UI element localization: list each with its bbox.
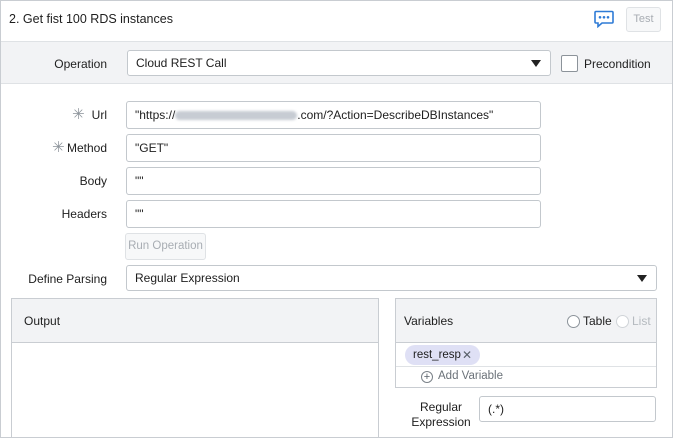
variable-chip[interactable]: rest_resp ✕ xyxy=(405,345,480,365)
url-value-prefix: "https:// xyxy=(135,108,176,122)
url-value-suffix: .com/?Action=DescribeDBInstances" xyxy=(297,108,494,122)
operation-editor: 2. Get fist 100 RDS instances Test Opera… xyxy=(0,0,673,438)
regex-label-line2: Expression xyxy=(411,415,471,429)
operation-label: Operation xyxy=(54,57,107,71)
add-variable-row: + Add Variable xyxy=(396,367,656,387)
variables-title: Variables xyxy=(404,314,454,328)
output-title: Output xyxy=(24,314,61,328)
regex-label-line1: Regular xyxy=(419,400,463,414)
define-parsing-label: Define Parsing xyxy=(28,272,107,286)
regex-label: Regular Expression xyxy=(411,400,471,430)
run-operation-button[interactable]: Run Operation xyxy=(125,233,206,260)
add-circle-icon[interactable]: + xyxy=(421,371,433,383)
method-label: Method xyxy=(66,141,107,155)
url-input[interactable]: "https:// .com/?Action=DescribeDBInstance… xyxy=(126,101,541,129)
test-button[interactable]: Test xyxy=(626,7,661,32)
headers-input[interactable]: "" xyxy=(126,200,541,228)
list-radio-label: List xyxy=(632,314,651,328)
parsing-select[interactable]: Regular Expression xyxy=(126,265,657,291)
method-input[interactable]: "GET" xyxy=(126,134,541,162)
comment-icon[interactable] xyxy=(594,10,614,29)
output-panel-header: Output xyxy=(12,299,378,343)
output-panel: Output xyxy=(11,298,379,437)
url-label: Url xyxy=(91,108,107,122)
parsing-select-value: Regular Expression xyxy=(135,271,240,285)
dropdown-arrow-icon xyxy=(531,60,541,67)
dropdown-arrow-icon xyxy=(637,275,647,282)
remove-variable-icon[interactable]: ✕ xyxy=(462,345,472,365)
redacted-host xyxy=(175,111,298,120)
precondition-checkbox[interactable] xyxy=(561,55,578,72)
list-radio[interactable] xyxy=(616,315,629,328)
variables-panel-header: Variables Table List xyxy=(396,299,656,343)
output-content[interactable] xyxy=(12,343,378,437)
table-radio-label: Table xyxy=(583,314,612,328)
operation-select-value: Cloud REST Call xyxy=(136,56,227,70)
body-label: Body xyxy=(79,174,107,188)
variables-panel: Variables Table List rest_resp ✕ + Add V… xyxy=(395,298,657,388)
add-variable-link[interactable]: Add Variable xyxy=(438,370,503,382)
operation-select[interactable]: Cloud REST Call xyxy=(127,50,551,76)
variable-row: rest_resp ✕ xyxy=(396,343,656,367)
body-input[interactable]: "" xyxy=(126,167,541,195)
precondition-label: Precondition xyxy=(584,57,651,71)
regex-input[interactable]: (.*) xyxy=(479,396,656,422)
headers-label: Headers xyxy=(61,207,107,221)
table-radio[interactable] xyxy=(567,315,580,328)
step-title: 2. Get fist 100 RDS instances xyxy=(9,12,173,26)
variable-name: rest_resp xyxy=(413,349,461,361)
